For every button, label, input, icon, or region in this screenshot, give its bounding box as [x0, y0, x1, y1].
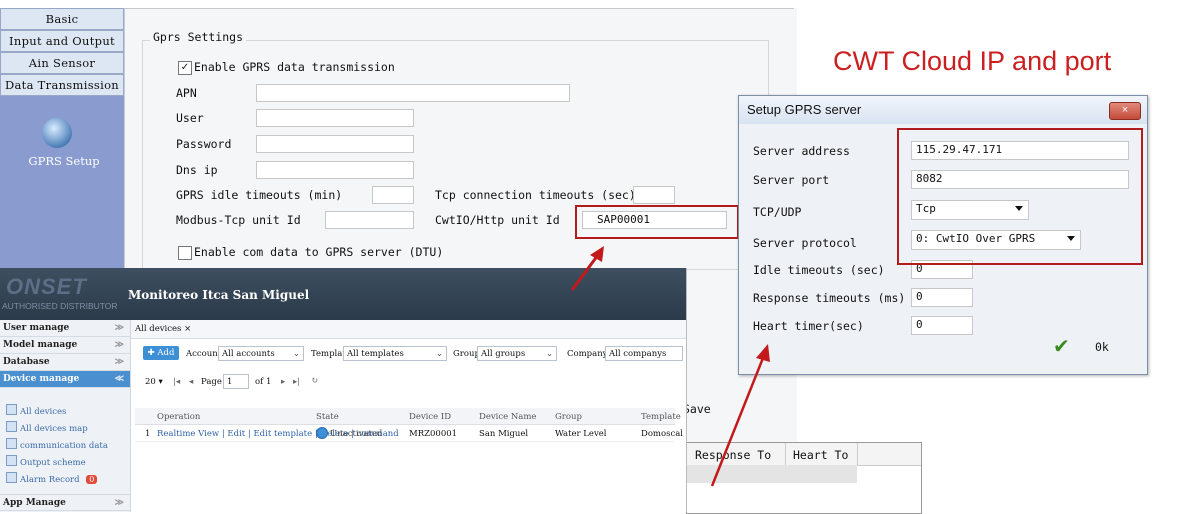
annotation-arrows: [570, 246, 770, 487]
arrow-head: [590, 246, 604, 262]
arrow-line: [710, 357, 765, 487]
arrow-head: [756, 344, 770, 362]
arrow-line: [570, 254, 600, 291]
